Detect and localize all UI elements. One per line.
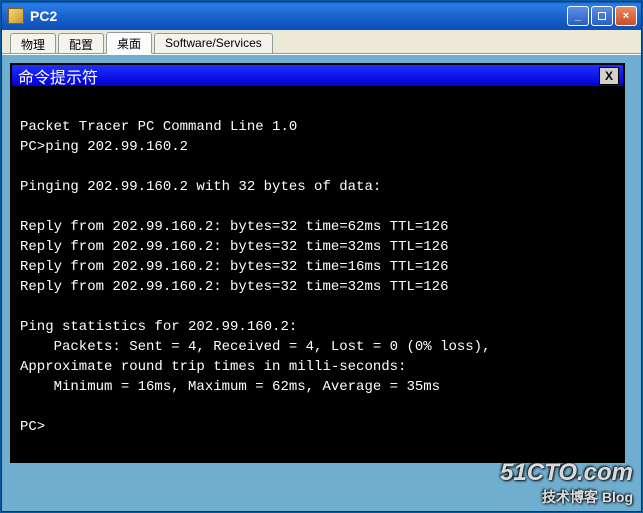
- close-button[interactable]: ×: [615, 6, 637, 26]
- terminal-output[interactable]: Packet Tracer PC Command Line 1.0 PC>pin…: [12, 87, 623, 461]
- tab-config[interactable]: 配置: [58, 33, 104, 53]
- tab-software-services[interactable]: Software/Services: [154, 33, 273, 53]
- app-icon: [8, 8, 24, 24]
- watermark-subtitle: 技术博客 Blog: [500, 487, 633, 507]
- watermark: 51CTO.com 技术博客 Blog: [500, 459, 633, 507]
- maximize-button[interactable]: [591, 6, 613, 26]
- minimize-button[interactable]: _: [567, 6, 589, 26]
- title-bar[interactable]: PC2 _ ×: [2, 2, 641, 30]
- command-prompt-close-button[interactable]: X: [599, 67, 619, 85]
- command-prompt-titlebar[interactable]: 命令提示符 X: [12, 65, 623, 87]
- window-title: PC2: [30, 8, 57, 24]
- tab-physical[interactable]: 物理: [10, 33, 56, 53]
- command-prompt-title: 命令提示符: [18, 64, 98, 88]
- watermark-domain: 51CTO.com: [500, 459, 633, 487]
- tab-desktop[interactable]: 桌面: [106, 32, 152, 54]
- outer-window: PC2 _ × 物理 配置 桌面 Software/Services 命令提示符…: [1, 1, 642, 512]
- square-icon: [598, 12, 606, 20]
- desktop-workspace: 命令提示符 X Packet Tracer PC Command Line 1.…: [2, 54, 641, 511]
- command-prompt-window: 命令提示符 X Packet Tracer PC Command Line 1.…: [10, 63, 625, 463]
- tab-strip: 物理 配置 桌面 Software/Services: [2, 30, 641, 54]
